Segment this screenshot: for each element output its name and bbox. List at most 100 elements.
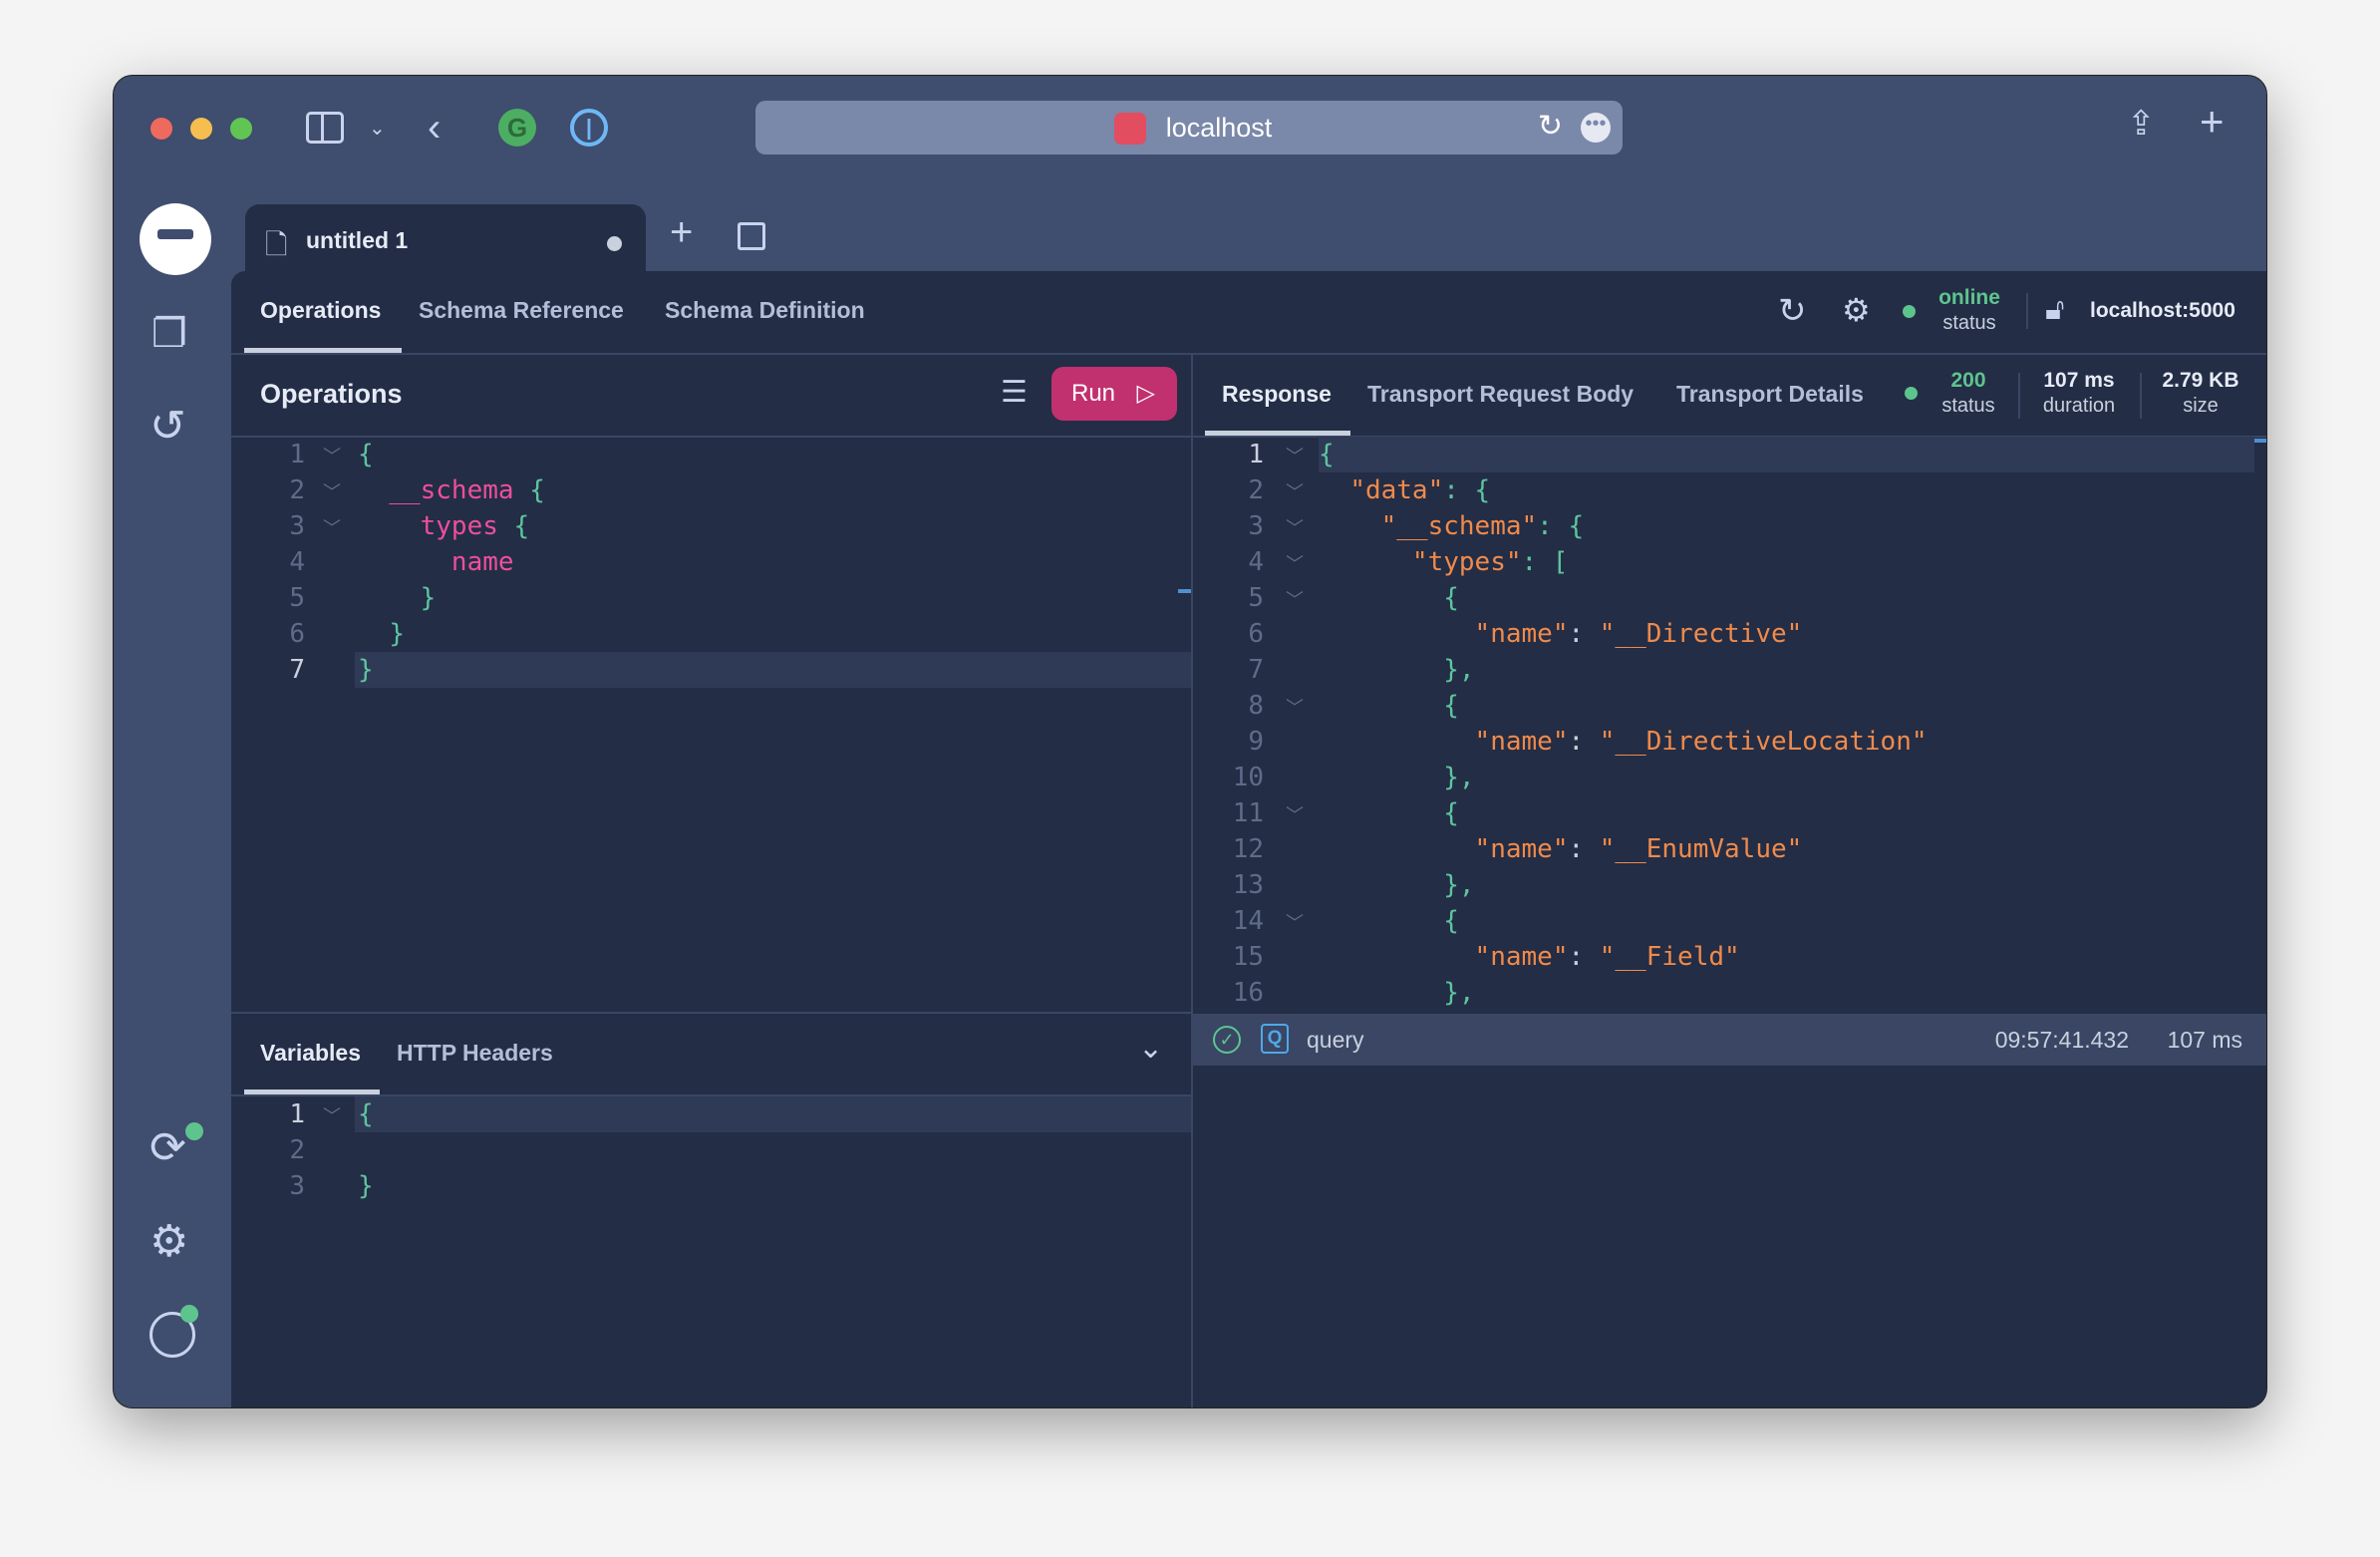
close-button[interactable] xyxy=(150,118,172,140)
code-token: } xyxy=(358,655,374,685)
code-token: { xyxy=(358,440,374,469)
history-entry[interactable]: ✓ Q query 09:57:41.432 107 ms xyxy=(1193,1014,2266,1066)
line-number: 1 xyxy=(1248,440,1264,469)
endpoint-label[interactable]: localhost:5000 xyxy=(2090,299,2235,323)
unlock-icon[interactable]: 🔓︎ xyxy=(2045,293,2064,327)
sync-icon[interactable]: ⟳ xyxy=(149,1122,203,1173)
fold-chevron-icon[interactable]: ﹀ xyxy=(323,1102,341,1128)
code-line: "types": [ xyxy=(1319,544,1569,580)
code-token: { xyxy=(1443,906,1459,936)
tab-response[interactable]: Response xyxy=(1222,381,1332,408)
fold-chevron-icon[interactable]: ﹀ xyxy=(1286,478,1304,504)
file-icon: 🗋 xyxy=(265,229,288,260)
fold-chevron-icon[interactable]: ﹀ xyxy=(1286,514,1304,540)
line-number: 6 xyxy=(1248,619,1264,649)
fold-chevron-icon[interactable]: ﹀ xyxy=(1286,801,1304,827)
new-tab-icon[interactable]: + xyxy=(2200,98,2225,146)
line-number: 14 xyxy=(1232,906,1264,936)
line-number: 3 xyxy=(289,1171,305,1201)
line-number: 4 xyxy=(289,547,305,577)
operations-title: Operations xyxy=(260,379,403,409)
line-number: 4 xyxy=(1248,547,1264,577)
password-extension-icon[interactable]: | xyxy=(570,109,608,147)
tab-operations[interactable]: Operations xyxy=(260,297,381,324)
account-icon[interactable] xyxy=(149,1305,198,1358)
code-line: "__schema": { xyxy=(1319,508,1585,544)
collapse-icon[interactable]: ⌄ xyxy=(1138,1031,1163,1066)
code-token: "data" xyxy=(1349,475,1444,505)
grammarly-extension-icon[interactable]: G xyxy=(498,109,536,147)
run-label: Run xyxy=(1071,380,1116,407)
code-line: { xyxy=(1319,688,1459,724)
tab-transport-request-body[interactable]: Transport Request Body xyxy=(1367,381,1634,408)
address-bar[interactable]: localhost ↻ ••• xyxy=(755,101,1623,155)
code-line: } xyxy=(358,652,374,688)
tab-schema-definition[interactable]: Schema Definition xyxy=(665,297,865,324)
play-icon: ▷ xyxy=(1136,380,1155,407)
line-number: 5 xyxy=(289,583,305,613)
back-icon[interactable]: ‹ xyxy=(428,106,441,151)
minimize-button[interactable] xyxy=(190,118,212,140)
run-button[interactable]: Run ▷ xyxy=(1051,367,1177,421)
line-number: 2 xyxy=(1248,475,1264,505)
response-viewer[interactable]: 1 ﹀{2 ﹀ "data": {3 ﹀ "__schema": {4 ﹀ "types… xyxy=(1193,437,2254,1014)
sidebar-toggle-icon[interactable] xyxy=(306,112,344,144)
code-line: { xyxy=(1319,903,1459,939)
tab-transport-details[interactable]: Transport Details xyxy=(1676,381,1864,408)
line-number: 3 xyxy=(1248,511,1264,541)
tab-schema-reference[interactable]: Schema Reference xyxy=(419,297,624,324)
more-icon[interactable]: ••• xyxy=(1581,113,1611,143)
code-line: { xyxy=(1319,795,1459,831)
line-number: 7 xyxy=(289,655,305,685)
tab-variables[interactable]: Variables xyxy=(260,1040,361,1067)
connection-status: online xyxy=(1938,286,2000,309)
fold-chevron-icon[interactable]: ﹀ xyxy=(323,478,341,504)
share-icon[interactable]: ⇪ xyxy=(2127,104,2156,144)
prettify-icon[interactable]: ☰ xyxy=(1001,375,1028,410)
unsaved-indicator xyxy=(607,236,622,251)
chevron-down-icon[interactable]: ⌄ xyxy=(369,116,386,141)
code-token: { xyxy=(497,511,530,541)
scrollbar[interactable] xyxy=(2254,439,2266,443)
save-icon[interactable] xyxy=(738,222,765,250)
fold-chevron-icon[interactable]: ﹀ xyxy=(323,443,341,468)
reload-icon[interactable]: ↻ xyxy=(1538,109,1563,144)
settings-icon[interactable]: ⚙ xyxy=(1842,291,1871,329)
line-number: 7 xyxy=(1248,655,1264,685)
line-number: 5 xyxy=(1248,583,1264,613)
history-time: 09:57:41.432 xyxy=(1994,1027,2129,1053)
fold-chevron-icon[interactable]: ﹀ xyxy=(1286,443,1304,468)
fold-chevron-icon[interactable]: ﹀ xyxy=(1286,550,1304,576)
scroll-marker xyxy=(1178,589,1191,593)
new-file-tab-icon[interactable]: + xyxy=(670,210,693,255)
refresh-icon[interactable]: ↻ xyxy=(1778,291,1807,331)
tab-http-headers[interactable]: HTTP Headers xyxy=(397,1040,553,1067)
code-token: "name" xyxy=(1474,619,1569,649)
maximize-button[interactable] xyxy=(230,118,252,140)
code-line: "name": "__EnumValue" xyxy=(1319,831,1803,867)
settings-icon[interactable]: ⚙ xyxy=(149,1216,188,1267)
code-token: { xyxy=(1443,798,1459,828)
history-icon[interactable]: ↺ xyxy=(149,401,186,452)
response-size: 2.79 KB xyxy=(2162,369,2239,392)
response-status-label: status xyxy=(1941,395,1995,417)
line-number: 6 xyxy=(289,619,305,649)
code-token: "__DirectiveLocation" xyxy=(1599,727,1928,757)
collections-icon[interactable]: ❐ xyxy=(151,311,187,357)
code-token: types xyxy=(420,511,498,541)
fold-chevron-icon[interactable]: ﹀ xyxy=(1286,586,1304,612)
fold-chevron-icon[interactable]: ﹀ xyxy=(1286,694,1304,720)
code-token: } xyxy=(420,583,437,613)
fold-chevron-icon[interactable]: ﹀ xyxy=(1286,909,1304,935)
fold-chevron-icon[interactable]: ﹀ xyxy=(323,514,341,540)
